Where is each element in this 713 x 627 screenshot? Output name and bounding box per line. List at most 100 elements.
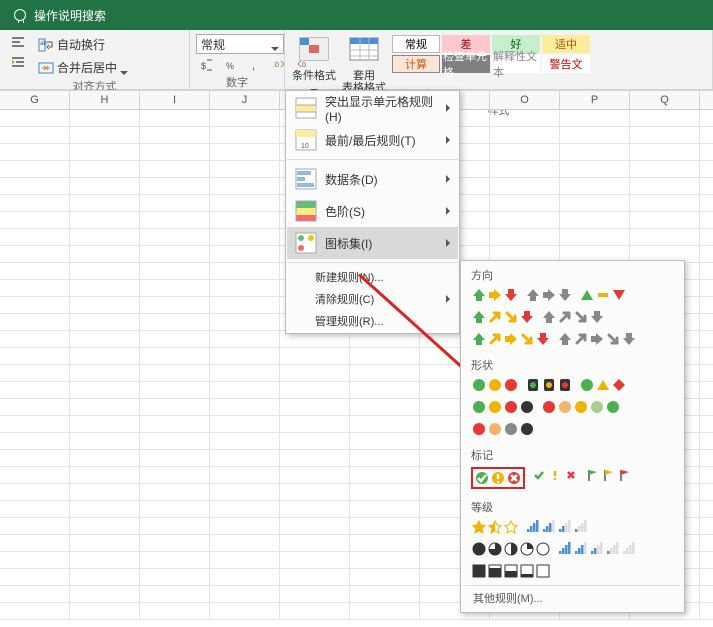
cell[interactable] [630,127,700,144]
cell[interactable] [70,263,140,280]
cell[interactable] [0,263,70,280]
cell[interactable] [70,348,140,365]
cell[interactable] [280,365,350,382]
menu-highlight-rules[interactable]: 突出显示单元格规则(H) [287,92,458,124]
cell[interactable] [350,535,420,552]
cell[interactable] [70,195,140,212]
cell[interactable] [210,450,280,467]
cell[interactable] [350,501,420,518]
align-top-button[interactable] [6,34,30,52]
cell[interactable] [700,450,713,467]
cell[interactable] [140,416,210,433]
cell[interactable] [280,484,350,501]
cell[interactable] [350,348,420,365]
cell[interactable] [70,433,140,450]
cell[interactable] [700,365,713,382]
menu-new-rule[interactable]: 新建规则(N)... [287,266,458,288]
column-header[interactable]: Q [630,91,700,109]
cell[interactable] [700,297,713,314]
cell[interactable] [70,178,140,195]
cell[interactable] [140,178,210,195]
iconset-5quarters[interactable] [471,541,551,557]
cell[interactable] [700,195,713,212]
iconset-3triangles[interactable] [579,287,627,303]
cell[interactable] [210,569,280,586]
cell[interactable] [700,127,713,144]
cell[interactable] [140,161,210,178]
cell[interactable] [70,416,140,433]
cell[interactable] [350,586,420,603]
cell[interactable] [350,569,420,586]
column-header[interactable]: J [210,91,280,109]
cell[interactable] [210,195,280,212]
cell[interactable] [630,110,700,127]
cell[interactable] [70,467,140,484]
cell[interactable] [700,603,713,620]
cell[interactable] [700,586,713,603]
cell[interactable] [0,212,70,229]
cell[interactable] [210,603,280,620]
cell[interactable] [350,365,420,382]
cell[interactable] [0,365,70,382]
cell[interactable] [350,603,420,620]
cell[interactable] [630,178,700,195]
cell[interactable] [140,518,210,535]
cell[interactable] [630,229,700,246]
cell[interactable] [0,569,70,586]
cell[interactable] [210,263,280,280]
cell[interactable] [700,331,713,348]
cell[interactable] [140,586,210,603]
cell[interactable] [280,586,350,603]
cell[interactable] [280,552,350,569]
menu-manage-rules[interactable]: 管理规则(R)... [287,310,458,332]
cell[interactable] [350,484,420,501]
iconset-3trafficlights[interactable] [471,377,519,393]
cell[interactable] [490,195,560,212]
cell[interactable] [630,144,700,161]
cell[interactable] [0,178,70,195]
cell[interactable] [210,314,280,331]
cell[interactable] [210,484,280,501]
cell[interactable] [560,127,630,144]
cell[interactable] [0,467,70,484]
cell[interactable] [210,365,280,382]
cell-style-option[interactable]: 常规 [392,35,440,53]
cell[interactable] [350,467,420,484]
cell[interactable] [0,501,70,518]
cell[interactable] [700,552,713,569]
cell-style-option[interactable]: 解释性文本 [492,55,540,73]
cell[interactable] [280,467,350,484]
iconset-4arrows[interactable] [471,309,535,325]
cell[interactable] [280,348,350,365]
cell[interactable] [140,399,210,416]
iconset-5arrows-gray[interactable] [557,331,637,347]
cell[interactable] [630,161,700,178]
cell[interactable] [280,569,350,586]
cell[interactable] [210,280,280,297]
cell[interactable] [210,518,280,535]
cell[interactable] [0,603,70,620]
cell[interactable] [140,433,210,450]
cell[interactable] [140,348,210,365]
cell[interactable] [0,433,70,450]
iconset-3symbols-circled[interactable] [471,467,525,489]
cell[interactable] [630,212,700,229]
cell[interactable] [0,382,70,399]
cell[interactable] [70,314,140,331]
cell[interactable] [350,552,420,569]
cell[interactable] [70,552,140,569]
cell[interactable] [0,110,70,127]
column-header[interactable]: R [700,91,713,109]
menu-icon-sets[interactable]: 图标集(I) [287,227,458,259]
cell[interactable] [700,178,713,195]
cell[interactable] [210,212,280,229]
cell[interactable] [210,246,280,263]
cell-styles-gallery[interactable]: 常规差好适中计算检查单元格解释性文本警告文 [391,34,601,74]
menu-color-scales[interactable]: 色阶(S) [287,195,458,227]
cell[interactable] [210,586,280,603]
cell-style-option[interactable]: 警告文 [542,55,590,73]
comma-button[interactable]: , [244,56,266,74]
cell[interactable] [0,127,70,144]
cell[interactable] [140,535,210,552]
cell[interactable] [0,297,70,314]
